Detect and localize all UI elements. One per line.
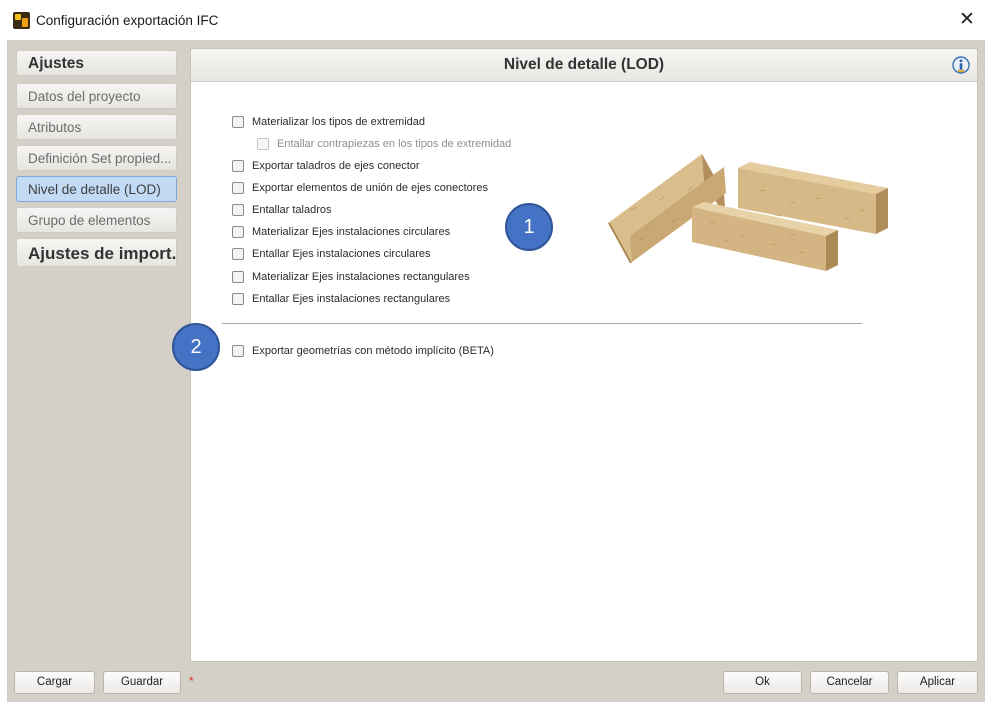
option-entallar-contrapiezas: Entallar contrapiezas en los tipos de ex… [257,134,511,154]
sidebar-item-ajustes[interactable]: Ajustes [16,50,177,76]
option-materializar-circulares[interactable]: Materializar Ejes instalaciones circular… [232,222,450,242]
option-exportar-elementos-union[interactable]: Exportar elementos de unión de ejes cone… [232,178,488,198]
option-entallar-circulares[interactable]: Entallar Ejes instalaciones circulares [232,244,431,264]
separator [222,323,862,324]
apply-button[interactable]: Aplicar [897,671,978,694]
checkbox[interactable] [232,248,244,260]
option-label: Materializar los tipos de extremidad [252,116,426,128]
timber-beams-illustration [608,154,888,271]
option-entallar-rectangulares[interactable]: Entallar Ejes instalaciones rectangulare… [232,289,450,309]
sidebar-item-ajustes-import[interactable]: Ajustes de import... [16,238,177,267]
option-exportar-geometrias-implicito[interactable]: Exportar geometrías con método implícito… [232,341,494,361]
checkbox[interactable] [232,204,244,216]
checkbox[interactable] [232,160,244,172]
title-bar: Configuración exportación IFC ✕ [0,0,992,40]
app-icon [13,12,30,29]
info-icon[interactable] [951,55,971,75]
option-label: Entallar contrapiezas en los tipos de ex… [277,138,512,150]
sidebar-item-definicion-set[interactable]: Definición Set propied... [16,145,177,171]
option-label: Exportar elementos de unión de ejes cone… [252,182,489,194]
option-entallar-taladros[interactable]: Entallar taladros [232,200,332,220]
checkbox[interactable] [232,182,244,194]
close-icon[interactable]: ✕ [955,8,979,32]
option-materializar-tipos-extremidad[interactable]: Materializar los tipos de extremidad [232,112,425,132]
option-label: Entallar Ejes instalaciones rectangulare… [252,293,451,305]
sidebar-item-nivel-detalle[interactable]: Nivel de detalle (LOD) [16,176,177,202]
option-label: Materializar Ejes instalaciones circular… [252,226,451,238]
option-label: Exportar taladros de ejes conector [252,160,420,172]
option-exportar-taladros[interactable]: Exportar taladros de ejes conector [232,156,420,176]
option-label: Materializar Ejes instalaciones rectangu… [252,271,470,283]
unsaved-marker: * [189,674,194,688]
load-button[interactable]: Cargar [14,671,95,694]
callout-badge-1: 1 [505,203,553,251]
checkbox[interactable] [232,271,244,283]
sidebar-item-datos-proyecto[interactable]: Datos del proyecto [16,83,177,109]
ok-button[interactable]: Ok [723,671,802,694]
panel-header: Nivel de detalle (LOD) [191,49,977,82]
option-label: Entallar Ejes instalaciones circulares [252,248,431,260]
cancel-button[interactable]: Cancelar [810,671,889,694]
checkbox[interactable] [232,293,244,305]
panel-title: Nivel de detalle (LOD) [503,56,665,73]
option-label: Entallar taladros [252,204,332,216]
checkbox[interactable] [232,116,244,128]
option-label: Exportar geometrías con método implícito… [252,345,494,357]
option-materializar-rectangulares[interactable]: Materializar Ejes instalaciones rectangu… [232,267,470,287]
checkbox[interactable] [232,345,244,357]
checkbox [257,138,269,150]
sidebar-item-grupo-elementos[interactable]: Grupo de elementos [16,207,177,233]
checkbox[interactable] [232,226,244,238]
sidebar-item-atributos[interactable]: Atributos [16,114,177,140]
callout-badge-2: 2 [172,323,220,371]
save-button[interactable]: Guardar [103,671,181,694]
window-title: Configuración exportación IFC [36,13,219,28]
